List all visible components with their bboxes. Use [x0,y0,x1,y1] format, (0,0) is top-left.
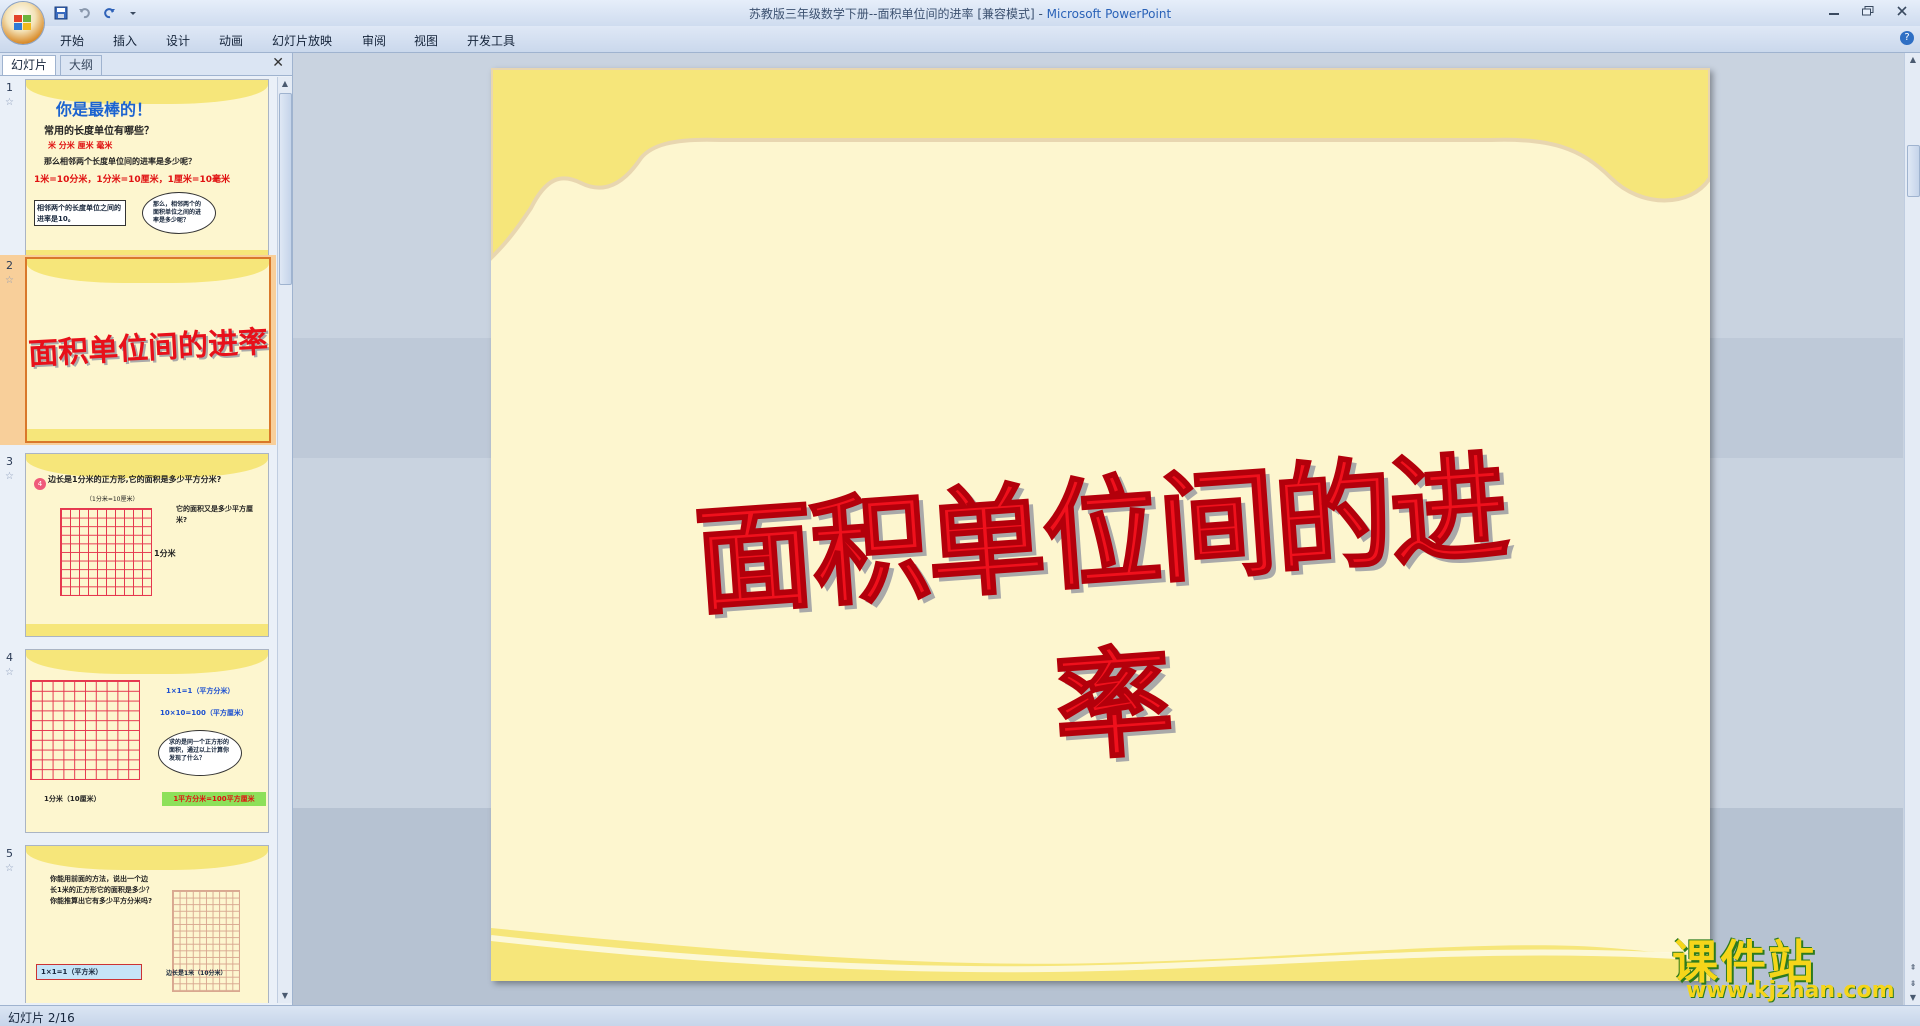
thumb-title: 面积单位间的进率 [27,324,269,373]
tab-insert[interactable]: 插入 [113,32,137,49]
bottom-band [27,429,269,441]
tab-view[interactable]: 视图 [414,32,438,49]
thumb-equation-1: 1×1=1（平方分米） [166,687,235,695]
thumbnail-scrollbar[interactable]: ▲ ▼ [277,77,292,1003]
title-bar: 苏教版三年级数学下册--面积单位间的进率 [兼容模式] - Microsoft … [0,0,1920,26]
thumb-cloud: 那么，相邻两个的面积单位之间的进率是多少呢？ [142,192,216,234]
thumb-question: 常用的长度单位有哪些？ [44,126,154,137]
scroll-up-icon[interactable]: ▲ [1905,53,1920,67]
scroll-thumb[interactable] [279,93,292,285]
scroll-thumb[interactable] [1907,145,1920,197]
help-icon[interactable]: ? [1900,31,1914,45]
slide-thumbnail-5[interactable]: 5 ☆ 你能用前面的方法，说出一个边长1米的正方形它的面积是多少？你能推算出它有… [0,843,276,1003]
animation-star-icon: ☆ [5,667,14,678]
thumb-bottom-label: 1分米（10厘米） [44,795,101,803]
thumb-result: 1平方分米=100平方厘米 [162,792,266,806]
slide-number: 4 [6,651,13,664]
slide-number: 2 [6,259,13,272]
close-panel-icon[interactable]: ✕ [272,55,284,71]
slide-thumbnail-1[interactable]: 1 ☆ 你是最棒的！ 常用的长度单位有哪些？ 米 分米 厘米 毫米 那么相邻两个… [0,77,276,267]
thumb-equation-2: 10×10=100（平方厘米） [160,709,248,717]
window-title: 苏教版三年级数学下册--面积单位间的进率 [兼容模式] - Microsoft … [0,5,1920,22]
thumb-note: 边长是1米（10分米） [166,970,227,977]
slide-counter: 幻灯片 2/16 [8,1011,75,1025]
thumbnail-canvas: 你是最棒的！ 常用的长度单位有哪些？ 米 分米 厘米 毫米 那么相邻两个长度单位… [25,79,269,263]
slide-title[interactable]: 面积单位间的进率 [660,408,1552,810]
animation-star-icon: ☆ [5,471,14,482]
thumb-rate: 1米=10分米，1分米=10厘米，1厘米=10毫米 [34,175,230,185]
slide-number: 1 [6,81,13,94]
current-slide[interactable]: 面积单位间的进率 [491,68,1710,981]
close-icon[interactable] [1892,3,1912,19]
animation-star-icon: ☆ [5,97,14,108]
animation-star-icon: ☆ [5,863,14,874]
watermark-logo: 课件站 www.kjzhan.com [1666,926,1904,1004]
slide-thumbnail-4[interactable]: 4 ☆ 1×1=1（平方分米） 10×10=100（平方厘米） 求的是同一个正方… [0,647,276,837]
window-controls [1824,3,1912,19]
thumbnail-canvas: 你能用前面的方法，说出一个边长1米的正方形它的面积是多少？你能推算出它有多少平方… [25,845,269,1003]
grid-figure [60,508,152,596]
grid-figure [30,680,140,780]
thumb-length: 1分米 [154,549,176,558]
office-button[interactable] [2,2,44,44]
tab-developer[interactable]: 开发工具 [467,32,515,49]
thumb-cloud: 求的是同一个正方形的面积，通过以上计算你发现了什么？ [158,730,242,776]
minimize-icon[interactable] [1824,3,1844,19]
thumb-title: 你是最棒的！ [56,100,153,119]
scroll-up-icon[interactable]: ▲ [278,77,292,91]
app-name: Microsoft PowerPoint [1046,7,1172,21]
slides-panel: 幻灯片 大纲 ✕ 1 ☆ 你是最棒的！ 常用的长度单位有哪些？ 米 分米 厘米 … [0,53,293,1005]
animation-star-icon: ☆ [5,275,14,286]
tab-slideshow[interactable]: 幻灯片放映 [272,32,332,49]
thumb-ask: 那么相邻两个长度单位间的进率是多少呢？ [44,157,196,166]
ribbon-tabs: 开始 插入 设计 动画 幻灯片放映 审阅 视图 开发工具 ? [0,26,1920,53]
thumb-heading: 边长是1分米的正方形,它的面积是多少平方分米? [48,475,222,484]
thumb-badge: 4 [34,478,46,490]
tab-design[interactable]: 设计 [166,32,190,49]
thumb-text: 你能用前面的方法，说出一个边长1米的正方形它的面积是多少？你能推算出它有多少平方… [50,875,153,905]
office-logo-icon [14,15,31,30]
thumb-equation: 1×1=1（平方米） [36,964,142,980]
top-band [26,846,268,870]
thumb-units: 米 分米 厘米 毫米 [48,141,113,150]
next-slide-icon[interactable]: ⇟ [1905,977,1920,991]
prev-slide-icon[interactable]: ⇞ [1905,961,1920,975]
slide-thumbnail-2[interactable]: 2 ☆ 面积单位间的进率 [0,255,276,445]
slide-scrollbar[interactable]: ▲ ⇞ ⇟ ▼ [1904,53,1920,1005]
bottom-band [26,624,268,636]
slide-thumbnail-3[interactable]: 3 ☆ 4 边长是1分米的正方形,它的面积是多少平方分米? （1分米=10厘米）… [0,451,276,641]
tab-review[interactable]: 审阅 [362,32,386,49]
tab-home[interactable]: 开始 [60,32,84,49]
status-bar: 幻灯片 2/16 [0,1005,1920,1026]
thumbnail-canvas: 1×1=1（平方分米） 10×10=100（平方厘米） 求的是同一个正方形的面积… [25,649,269,833]
scroll-down-icon[interactable]: ▼ [278,989,292,1003]
thumbnail-canvas: 4 边长是1分米的正方形,它的面积是多少平方分米? （1分米=10厘米） 它的面… [25,453,269,637]
thumbnail-list: 1 ☆ 你是最棒的！ 常用的长度单位有哪些？ 米 分米 厘米 毫米 那么相邻两个… [0,77,276,1003]
top-band [26,650,268,674]
watermark-url: www.kjzhan.com [1686,978,1895,1003]
restore-icon[interactable] [1858,3,1878,19]
thumb-box: 相邻两个的长度单位之间的进率是10。 [34,200,126,226]
tab-animations[interactable]: 动画 [219,32,243,49]
thumbnail-canvas: 面积单位间的进率 [25,257,271,443]
tab-outline[interactable]: 大纲 [60,55,103,75]
top-band [27,259,269,283]
panel-tabs: 幻灯片 大纲 ✕ [0,53,292,76]
slide-number: 3 [6,455,13,468]
scroll-down-icon[interactable]: ▼ [1905,991,1920,1005]
document-title: 苏教版三年级数学下册--面积单位间的进率 [兼容模式] - [748,7,1047,21]
tab-slides[interactable]: 幻灯片 [2,55,57,75]
slide-canvas: 面积单位间的进率 [293,53,1903,1005]
slide-number: 5 [6,847,13,860]
thumb-sub: （1分米=10厘米） [86,496,139,503]
thumb-side-text: 它的面积又是多少平方厘米? [176,505,253,524]
